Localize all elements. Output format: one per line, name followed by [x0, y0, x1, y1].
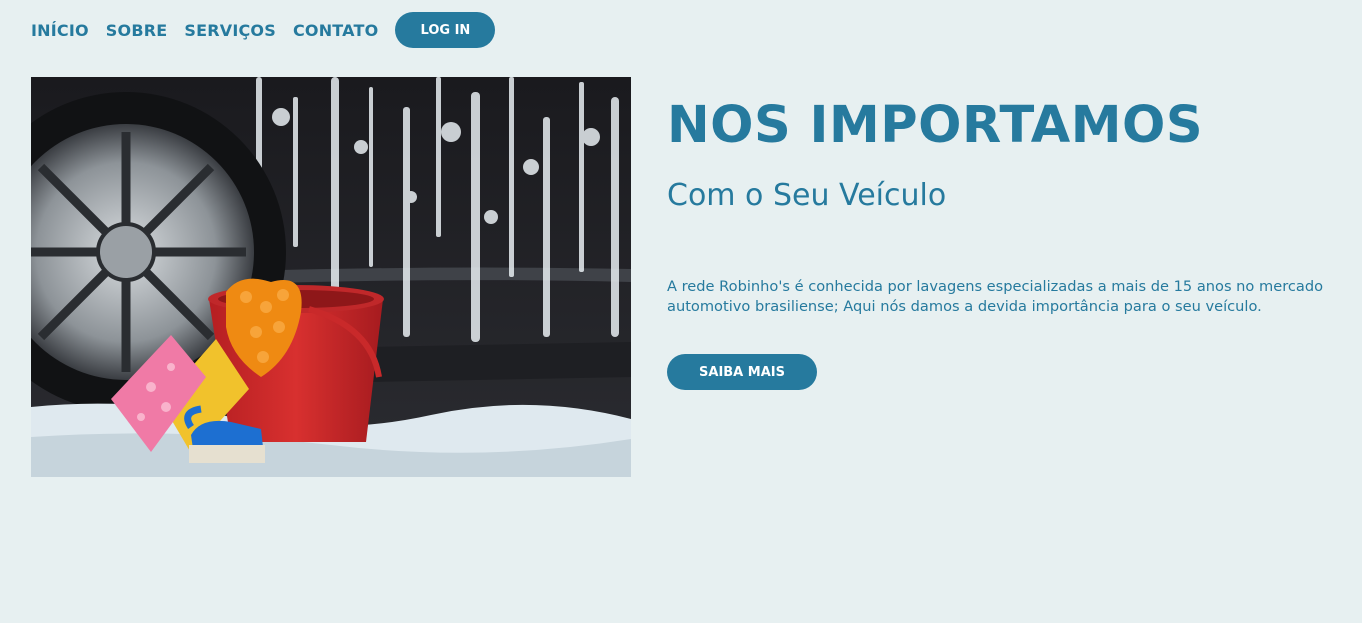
main-nav: INÍCIO SOBRE SERVIÇOS CONTATO LOG IN	[31, 12, 496, 48]
saiba-mais-button[interactable]: SAIBA MAIS	[667, 354, 817, 390]
nav-link-inicio[interactable]: INÍCIO	[31, 21, 89, 40]
nav-link-sobre[interactable]: SOBRE	[106, 21, 168, 40]
hero-image	[31, 77, 631, 477]
page-title: NOS IMPORTAMOS	[667, 96, 1204, 155]
page-subtitle: Com o Seu Veículo	[667, 178, 947, 213]
nav-link-contato[interactable]: CONTATO	[293, 21, 378, 40]
car-wash-photo	[31, 77, 631, 477]
login-button[interactable]: LOG IN	[395, 12, 496, 48]
nav-link-servicos[interactable]: SERVIÇOS	[184, 21, 276, 40]
hero-description: A rede Robinho's é conhecida por lavagen…	[667, 278, 1324, 315]
